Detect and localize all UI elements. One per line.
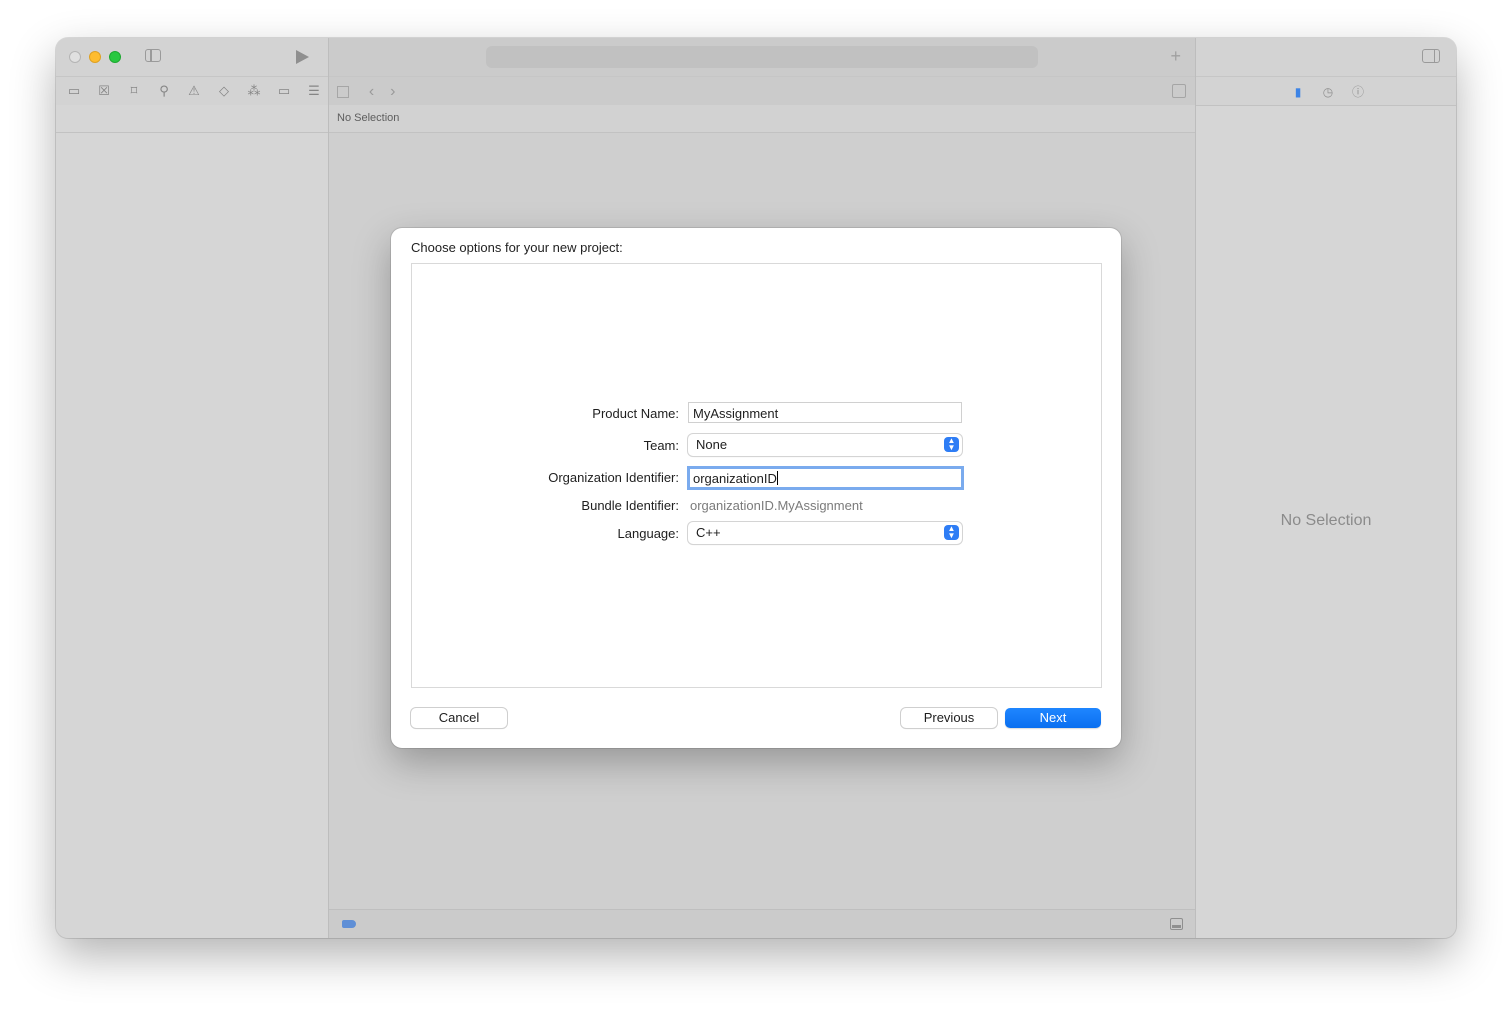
bundle-identifier-value: organizationID.MyAssignment [690, 498, 863, 513]
navigator-selector-bar: ▭ ☒ ⌑ ⚲ ⚠ ◇ ⁂ ▭ ☰ [56, 76, 328, 106]
navigator-pane: ▭ ☒ ⌑ ⚲ ⚠ ◇ ⁂ ▭ ☰ [56, 38, 329, 938]
zoom-window-button[interactable] [109, 51, 121, 63]
close-window-button[interactable] [69, 51, 81, 63]
add-icon[interactable]: + [1170, 47, 1181, 65]
cancel-button[interactable]: Cancel [411, 708, 507, 728]
language-popup-chevron-icon: ▲ ▼ [944, 525, 959, 540]
product-name-label: Product Name: [592, 406, 679, 421]
inspector-selector-bar: ▮ ◷ ⓘ [1196, 76, 1456, 106]
warning-icon[interactable]: ⚠ [186, 83, 202, 99]
organization-identifier-row: Organization Identifier: organizationID [412, 466, 1101, 490]
search-icon[interactable]: ⚲ [156, 83, 172, 99]
product-name-field[interactable]: MyAssignment [688, 402, 962, 423]
previous-button[interactable]: Previous [901, 708, 997, 728]
debug-bar [329, 909, 1195, 938]
diamond-icon[interactable]: ◇ [216, 83, 232, 99]
options-form: Product Name: MyAssignment Team: None ▲ ▼… [411, 263, 1102, 688]
history-icon[interactable]: ◷ [1320, 84, 1336, 100]
product-name-value: MyAssignment [693, 406, 779, 421]
spray-icon[interactable]: ⁂ [246, 83, 262, 99]
editor-titlebar: + [329, 38, 1195, 76]
language-row: Language: C++ ▲ ▼ [412, 522, 1101, 546]
activity-view [486, 46, 1038, 68]
editor-path-bar: No Selection [329, 105, 1195, 133]
run-play-icon[interactable] [296, 50, 309, 64]
inspector-titlebar [1196, 38, 1456, 76]
product-name-row: Product Name: MyAssignment [412, 402, 1101, 426]
forward-chevron-icon[interactable]: › [390, 84, 395, 100]
sidebar-toggle-icon[interactable] [145, 49, 161, 62]
folder-icon[interactable]: ▭ [66, 83, 82, 99]
bookmark-icon[interactable]: ⌑ [126, 83, 142, 99]
organization-identifier-label: Organization Identifier: [548, 470, 679, 485]
language-value: C++ [696, 525, 721, 540]
related-items-icon[interactable] [337, 86, 349, 99]
bundle-identifier-label: Bundle Identifier: [581, 498, 679, 513]
language-label: Language: [617, 526, 679, 541]
back-chevron-icon[interactable]: ‹ [369, 84, 374, 100]
team-row: Team: None ▲ ▼ [412, 434, 1101, 458]
breakpoint-icon[interactable] [342, 920, 356, 928]
team-popup[interactable]: None ▲ ▼ [688, 434, 962, 456]
navigator-titlebar [56, 38, 328, 76]
tag-icon[interactable]: ▭ [276, 83, 292, 99]
split-editor-icon[interactable] [1172, 84, 1186, 98]
help-icon[interactable]: ⓘ [1350, 84, 1366, 100]
team-popup-chevron-icon: ▲ ▼ [944, 437, 959, 452]
minimize-window-button[interactable] [89, 51, 101, 63]
path-no-selection: No Selection [337, 112, 400, 124]
inspector-no-selection: No Selection [1280, 512, 1372, 529]
file-inspector-icon[interactable]: ▮ [1290, 84, 1306, 100]
bundle-identifier-row: Bundle Identifier: organizationID.MyAssi… [412, 494, 1101, 518]
debug-area-toggle-icon[interactable] [1170, 918, 1183, 930]
navigator-filter-bar [56, 105, 328, 133]
next-button[interactable]: Next [1005, 708, 1101, 728]
inspector-pane: ▮ ◷ ⓘ No Selection [1195, 38, 1456, 938]
language-popup[interactable]: C++ ▲ ▼ [688, 522, 962, 544]
jump-bar: ‹ › [329, 76, 1195, 106]
new-project-options-sheet: Choose options for your new project: Pro… [391, 228, 1121, 748]
x-square-icon[interactable]: ☒ [96, 83, 112, 99]
organization-identifier-field[interactable]: organizationID [687, 466, 964, 490]
list-icon[interactable]: ☰ [306, 83, 322, 99]
inspector-toggle-icon[interactable] [1422, 49, 1440, 63]
team-value: None [696, 437, 728, 452]
sheet-title: Choose options for your new project: [411, 240, 623, 255]
text-caret [776, 471, 778, 485]
organization-identifier-value: organizationID [693, 471, 777, 486]
team-label: Team: [643, 438, 679, 453]
